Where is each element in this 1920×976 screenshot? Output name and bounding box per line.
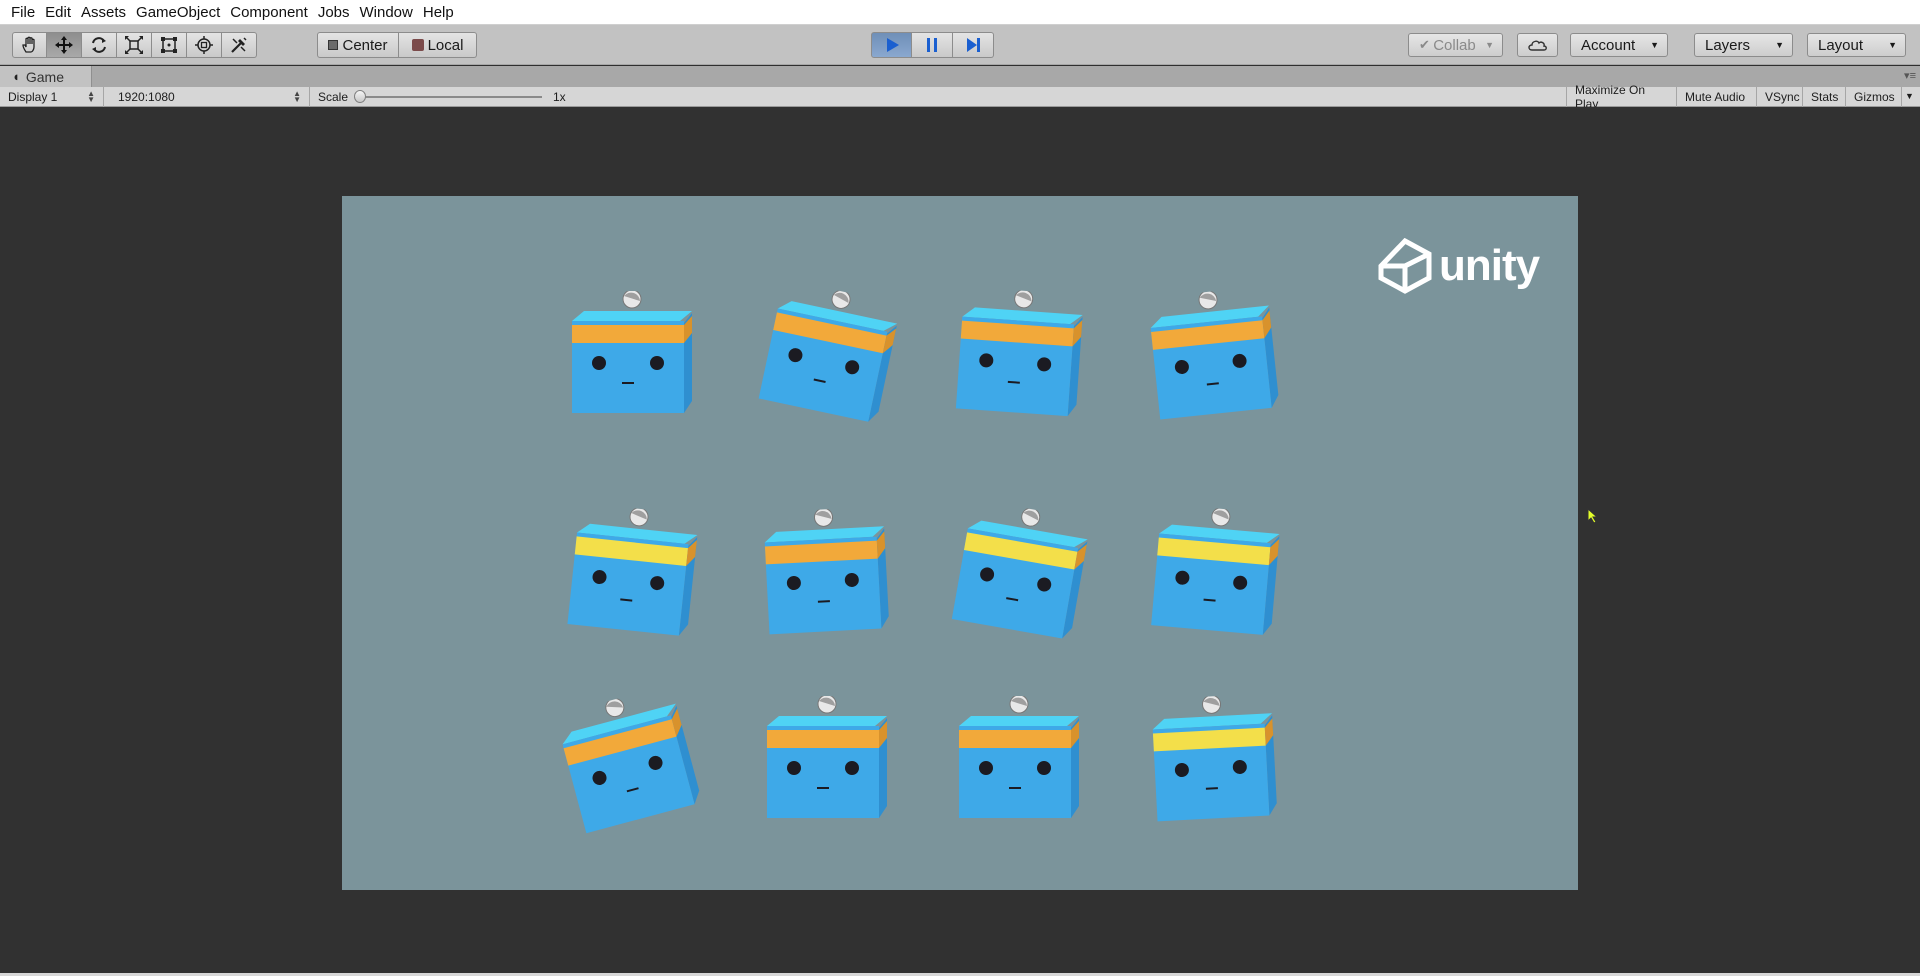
scale-label: Scale (318, 90, 349, 104)
pivot-label: Center (342, 36, 388, 54)
cube-character (955, 289, 1083, 417)
cube-character (767, 696, 887, 818)
menu-bar: File Edit Assets GameObject Component Jo… (0, 0, 1920, 25)
cube-character (764, 507, 889, 635)
layers-label: Layers (1705, 36, 1751, 54)
cursor-icon (1587, 508, 1599, 524)
chevron-down-icon: ▼ (1650, 40, 1659, 50)
collab-label: Collab (1433, 36, 1476, 54)
cube-character (951, 507, 1088, 639)
main-toolbar: Center Local ✔ Collab ▼ Account ▼ Layers… (0, 25, 1920, 65)
cube-character (758, 289, 898, 422)
hand-tool-button[interactable] (12, 32, 47, 58)
menu-component[interactable]: Component (225, 0, 313, 25)
layout-dropdown[interactable]: Layout ▼ (1807, 33, 1906, 57)
tab-menu-icon[interactable]: ▾≡ (1904, 69, 1916, 82)
pivot-center-button[interactable]: Center (317, 32, 399, 58)
menu-help[interactable]: Help (418, 0, 459, 25)
unity-cube-icon (1378, 238, 1432, 294)
pacman-icon: ◖ (12, 69, 20, 84)
rotate-tool-button[interactable] (82, 32, 117, 58)
pivot-controls: Center Local (317, 32, 477, 58)
scale-slider-track[interactable] (358, 96, 542, 98)
menu-jobs[interactable]: Jobs (313, 0, 355, 25)
menu-gameobject[interactable]: GameObject (131, 0, 225, 25)
play-controls (871, 32, 994, 58)
transform-tool-button[interactable] (187, 32, 222, 58)
custom-tool-button[interactable] (222, 32, 257, 58)
layers-dropdown[interactable]: Layers ▼ (1694, 33, 1793, 57)
game-viewport[interactable]: unity (342, 196, 1578, 890)
resolution-dropdown[interactable]: 1920:1080 ▲ ▼ (110, 87, 310, 107)
rect-icon (161, 37, 177, 53)
mute-audio-toggle[interactable]: Mute Audio (1677, 87, 1757, 107)
cube-character (1152, 694, 1277, 822)
account-label: Account (1581, 36, 1636, 54)
pivot-icon (328, 40, 339, 50)
updown-icon: ▲ ▼ (293, 89, 301, 104)
cube-character (562, 698, 700, 834)
play-icon (886, 38, 899, 52)
rect-tool-button[interactable] (152, 32, 187, 58)
rotate-icon (92, 37, 106, 53)
step-button[interactable] (953, 32, 994, 58)
pause-icon (927, 38, 937, 52)
cloud-button[interactable] (1517, 33, 1558, 57)
tab-game[interactable]: ◖ Game (0, 66, 92, 87)
gizmos-dropdown[interactable]: Gizmos (1846, 87, 1902, 107)
maximize-on-play-toggle[interactable]: Maximize On Play (1566, 83, 1677, 111)
scale-tool-button[interactable] (117, 32, 152, 58)
collab-dropdown[interactable]: ✔ Collab ▼ (1408, 33, 1503, 57)
cube-character (572, 291, 692, 413)
resolution-label: 1920:1080 (118, 90, 175, 104)
step-icon (967, 38, 980, 52)
custom-tool-icon (231, 37, 247, 53)
scale-value: 1x (553, 90, 566, 104)
menu-edit[interactable]: Edit (40, 0, 76, 25)
menu-window[interactable]: Window (355, 0, 418, 25)
vsync-toggle[interactable]: VSync (1757, 87, 1803, 107)
scale-slider-knob[interactable] (354, 90, 366, 103)
transform-tools (12, 32, 257, 58)
pause-button[interactable] (912, 32, 953, 58)
scale-icon (125, 36, 143, 54)
cloud-icon (1527, 40, 1547, 51)
account-dropdown[interactable]: Account ▼ (1570, 33, 1668, 57)
transform-icon (195, 36, 213, 54)
move-icon (55, 36, 73, 54)
game-toolbar: Display 1 ▲ ▼ 1920:1080 ▲ ▼ Scale 1x Maxim… (0, 83, 1920, 111)
layout-label: Layout (1818, 36, 1864, 54)
menu-assets[interactable]: Assets (76, 0, 131, 25)
unity-logo-text: unity (1439, 241, 1540, 290)
cube-character (567, 507, 698, 636)
chevron-down-icon: ▼ (1775, 40, 1784, 50)
stats-toggle[interactable]: Stats (1803, 87, 1846, 107)
move-tool-button[interactable] (47, 32, 82, 58)
check-icon: ✔ (1419, 37, 1430, 52)
game-view[interactable]: unity (0, 107, 1920, 973)
chevron-down-icon[interactable]: ▼ (1905, 91, 1914, 101)
display-dropdown[interactable]: Display 1 ▲ ▼ (0, 87, 104, 107)
cube-character (959, 696, 1079, 818)
menu-file[interactable]: File (6, 0, 40, 25)
hand-icon (21, 36, 35, 53)
play-button[interactable] (871, 32, 912, 58)
chevron-down-icon: ▼ (1888, 40, 1897, 50)
cube-character (1150, 290, 1279, 420)
space-local-button[interactable]: Local (399, 32, 477, 58)
display-label: Display 1 (8, 90, 58, 104)
tab-game-label: Game (25, 68, 64, 85)
cube-character (1151, 507, 1280, 635)
chevron-down-icon: ▼ (1485, 40, 1494, 50)
cube-icon (411, 39, 424, 51)
unity-logo: unity (1377, 238, 1540, 294)
updown-icon: ▲ ▼ (87, 89, 95, 104)
space-label: Local (427, 36, 464, 54)
